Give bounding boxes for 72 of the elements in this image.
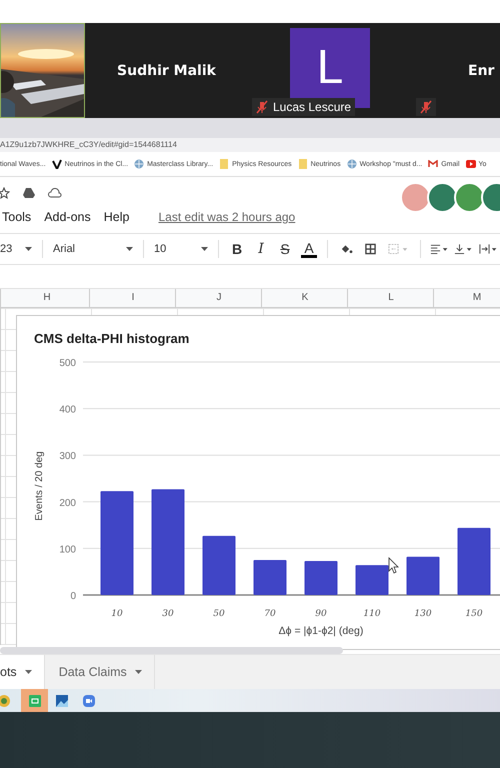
chart-bar [458,528,490,595]
column-header[interactable]: L [349,289,434,307]
caret-icon [25,247,32,251]
menu-item[interactable]: Help [104,210,130,224]
chart-bar [304,560,338,595]
globe-icon [346,159,357,169]
taskbar-button[interactable] [21,689,48,712]
photos-icon [54,694,68,708]
axis-tick-label: 400 [59,404,76,416]
chart-title: CMS delta-PHI histogram [34,331,190,346]
vertical-align-icon[interactable] [454,243,473,255]
axis-tick-label: 90 [315,609,327,619]
axis-tick-label: 130 [414,609,432,619]
text-color-button[interactable]: A [301,240,317,258]
sheet-tab[interactable]: ots [0,655,45,689]
align-icon[interactable] [430,243,448,255]
chart-bar [254,560,286,595]
axis-tick-label: 500 [59,358,76,369]
axis-tick-label: 0 [70,591,76,602]
last-edit-link[interactable]: Last edit was 2 hours ago [158,210,296,224]
browser-icon [0,694,10,708]
axis-title: Δϕ = |ϕ1-ϕ2| (deg) [278,625,364,637]
axis-tick-label: 50 [213,609,225,619]
axis-tick-label: 70 [264,609,276,619]
chart-bar [202,536,236,595]
url-text: A1Z9u1zb7JWKHRE_cC3Y/edit#gid=1544681114 [0,138,500,152]
fill-color-icon[interactable] [340,243,353,255]
merge-cells-icon[interactable] [388,243,408,255]
font-size-dropdown[interactable]: 10 [150,238,212,260]
column-header[interactable]: H [5,289,90,307]
menu-item[interactable]: Tools [2,210,32,224]
axis-tick-label: 200 [59,498,76,509]
caret-icon [134,670,142,674]
column-header[interactable]: M [435,289,500,307]
text-wrap-icon[interactable] [478,243,497,255]
menu-item[interactable]: Add-ons [44,210,91,224]
cloud-icon[interactable] [48,188,62,198]
axis-tick-label: 110 [363,609,381,619]
chart-bar [356,565,388,595]
axis-tick-label: 30 [162,609,174,619]
participant-name: Sudhir Malik [117,62,216,78]
borders-icon[interactable] [364,243,376,255]
meeting-icon [82,694,96,708]
globe-icon [134,159,144,169]
folder-icon [298,159,308,169]
participant-name: Lucas Lescure [273,100,352,114]
star-icon[interactable] [0,187,10,199]
scrollbar[interactable] [0,647,343,654]
caret-icon [201,247,208,251]
axis-tick-label: 300 [59,451,76,462]
chart-bar [406,556,440,595]
caret-icon [24,670,32,674]
logo-icon [52,159,62,169]
folder-icon [219,159,230,169]
caret-icon [126,247,133,251]
axis-tick-label: 100 [59,544,76,556]
column-header[interactable]: I [91,289,176,307]
bold-button[interactable]: B [226,241,248,257]
sheets-icon [28,694,42,708]
font-dropdown[interactable]: Arial [49,238,137,260]
play-icon [466,160,476,168]
cursor-icon [388,557,399,574]
italic-button[interactable]: I [250,241,272,257]
axis-tick-label: 10 [111,609,123,619]
zoom-dropdown[interactable]: 23 [0,238,36,260]
strikethrough-button[interactable]: S [274,241,296,257]
mail-icon [428,160,438,168]
axis-tick-label: 150 [465,609,483,619]
column-header[interactable]: K [263,289,348,307]
participant-name: Enr [468,62,494,78]
column-header[interactable]: J [177,289,262,307]
axis-title: Events / 20 deg [34,451,45,521]
